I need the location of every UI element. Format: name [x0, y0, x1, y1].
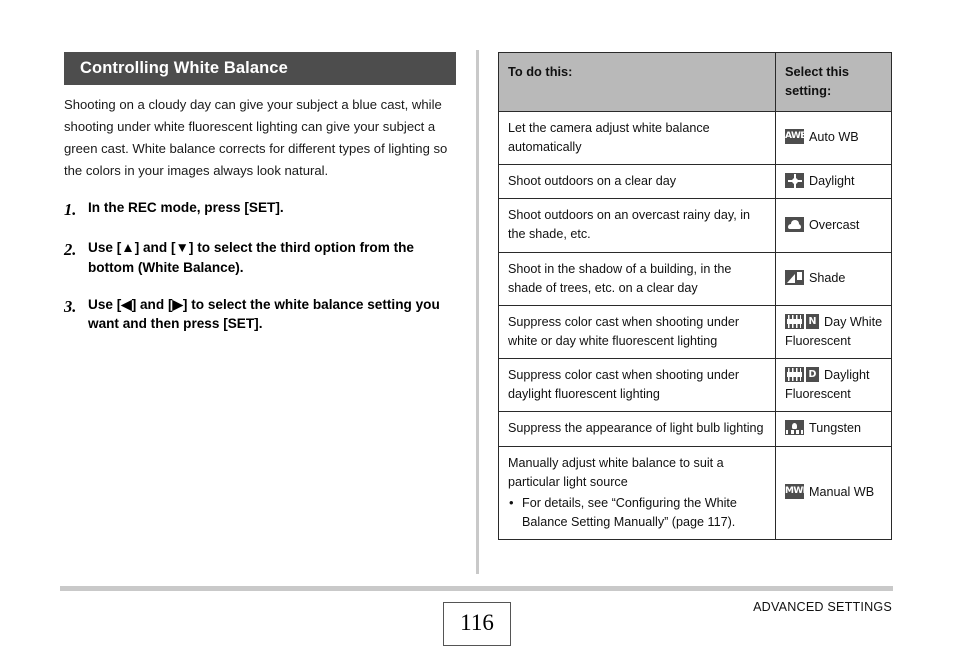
table-row: Manually adjust white balance to suit a …: [498, 445, 892, 541]
row-setting: N Day White Fluorescent: [775, 304, 892, 360]
white-balance-settings-table: To do this: Select this setting: Let the…: [498, 52, 892, 541]
step-number: 3.: [64, 296, 77, 316]
step-item-2: 2. Use [▲] and [▼] to select the third o…: [64, 238, 456, 277]
step-text: Use [▲] and [▼] to select the third opti…: [88, 240, 414, 276]
column-header-description: To do this:: [498, 52, 776, 112]
row-setting: MWB Manual WB: [775, 445, 892, 541]
page-number: 116: [443, 602, 511, 646]
row-description: Let the camera adjust white balance auto…: [498, 110, 776, 166]
fluorescent-type-icon: D: [806, 367, 819, 383]
tungsten-icon: [785, 420, 804, 436]
row-setting-label: Tungsten: [809, 421, 862, 436]
row-setting: Shade: [775, 251, 892, 306]
left-column: Controlling White Balance Shooting on a …: [64, 52, 456, 351]
chapter-label: ADVANCED SETTINGS: [753, 600, 892, 614]
table-row: Shoot outdoors on an overcast rainy day,…: [498, 198, 892, 253]
sun-icon: [785, 173, 804, 189]
table-row: Suppress color cast when shooting under …: [498, 358, 892, 413]
row-setting-label: Manual WB: [809, 485, 875, 500]
step-text: In the REC mode, press [SET].: [88, 199, 284, 215]
table-header-row: To do this: Select this setting:: [498, 52, 892, 112]
step-number: 2.: [64, 240, 77, 260]
row-setting-label: Daylight: [809, 174, 855, 189]
row-description: Suppress color cast when shooting under …: [498, 358, 776, 413]
row-setting-label: Overcast: [809, 217, 860, 232]
row-setting-label: Shade: [809, 271, 846, 286]
row-note-list: For details, see “Configuring the White …: [508, 493, 767, 532]
row-description: Suppress the appearance of light bulb li…: [498, 411, 776, 447]
row-description: Shoot outdoors on a clear day: [498, 164, 776, 200]
step-text: Use [◀] and [▶] to select the white bala…: [88, 296, 440, 332]
row-description: Suppress color cast when shooting under …: [498, 304, 776, 360]
column-divider: [476, 50, 479, 574]
steps-list: 1. In the REC mode, press [SET]. 2. Use …: [64, 198, 456, 334]
shade-icon: [785, 270, 804, 286]
table-row: Suppress color cast when shooting under …: [498, 304, 892, 360]
step-number: 1.: [64, 199, 77, 219]
row-description: Manually adjust white balance to suit a …: [498, 445, 776, 541]
table-row: Suppress the appearance of light bulb li…: [498, 411, 892, 447]
row-setting-label: Auto WB: [809, 130, 859, 145]
row-setting: Daylight: [775, 164, 892, 200]
row-setting: AWB Auto WB: [775, 110, 892, 166]
awb-icon: AWB: [785, 129, 804, 145]
row-setting: Tungsten: [775, 411, 892, 447]
fluorescent-icon: [785, 367, 804, 383]
step-item-1: 1. In the REC mode, press [SET].: [64, 198, 456, 221]
cloud-icon: [785, 216, 804, 232]
row-description: Shoot outdoors on an overcast rainy day,…: [498, 198, 776, 253]
fluorescent-type-icon: N: [806, 313, 819, 329]
row-setting: D Daylight Fluorescent: [775, 358, 892, 413]
mwb-icon: MWB: [785, 484, 804, 500]
column-header-setting: Select this setting:: [775, 52, 892, 112]
page-title: Controlling White Balance: [64, 52, 456, 85]
intro-paragraph: Shooting on a cloudy day can give your s…: [64, 96, 448, 178]
row-description-text: Manually adjust white balance to suit a …: [508, 455, 724, 489]
row-description: Shoot in the shadow of a building, in th…: [498, 251, 776, 306]
row-setting: Overcast: [775, 198, 892, 253]
table-row: Shoot outdoors on a clear day Daylight: [498, 164, 892, 200]
table-row: Let the camera adjust white balance auto…: [498, 110, 892, 166]
row-note: For details, see “Configuring the White …: [508, 493, 767, 532]
table-row: Shoot in the shadow of a building, in th…: [498, 251, 892, 306]
footer-divider: [60, 586, 893, 591]
step-item-3: 3. Use [◀] and [▶] to select the white b…: [64, 295, 456, 334]
fluorescent-icon: [785, 313, 804, 329]
